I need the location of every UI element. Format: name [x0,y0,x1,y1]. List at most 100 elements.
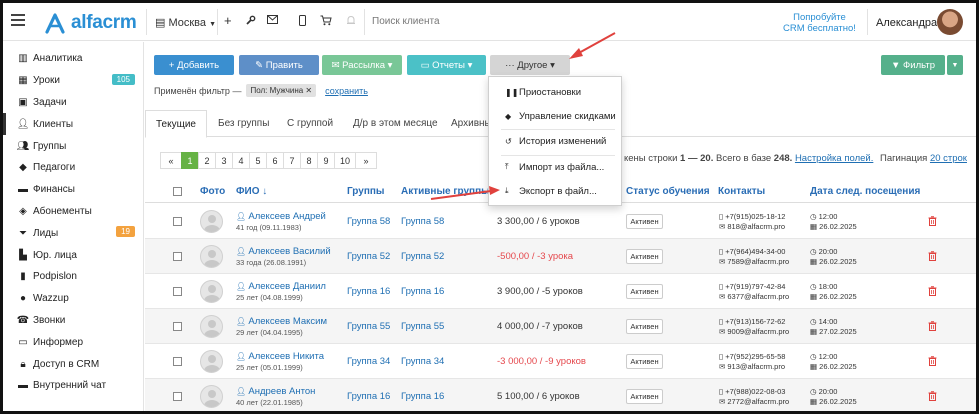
page-4[interactable]: 4 [232,152,250,169]
sidebar-item-calls[interactable]: ☎ Звонки [3,310,143,332]
table-row[interactable]: 👤︎ Андреев Антон 40 лет (22.01.1985) Групп… [145,379,976,411]
promo-link[interactable]: Попробуйте CRM бесплатно! [783,12,856,34]
page-next[interactable]: » [355,152,377,169]
column-photo[interactable]: Фото [200,186,225,197]
sidebar-item-lessons[interactable]: ▦ Уроки 105 [3,70,143,92]
client-active-group-link[interactable]: Группа 34 [401,356,444,367]
column-name[interactable]: ФИО ↓ [236,186,267,197]
table-row[interactable]: 👤︎ Алексеев Максим 29 лет (04.04.1995) Гру… [145,309,976,344]
status-badge[interactable]: Активен [626,249,663,264]
cart-icon[interactable] [320,15,332,29]
plus-icon[interactable]: + [224,13,232,28]
client-phone[interactable]: ▯ +7(915)025-18-12 [719,212,785,222]
sidebar-item-crm-access[interactable]: 🔒︎ Доступ в CRM [3,353,143,375]
page-6[interactable]: 6 [266,152,284,169]
wrench-icon[interactable] [245,15,256,29]
client-name-link[interactable]: 👤︎ Алексеев Максим [236,316,327,327]
client-group-link[interactable]: Группа 16 [347,391,390,402]
filter-chip[interactable]: Пол: Мужчина ✕ [246,84,317,97]
client-active-group-link[interactable]: Группа 58 [401,216,444,227]
client-name-link[interactable]: 👤︎ Алексеев Василий [236,246,331,257]
save-filter-link[interactable]: сохранить [325,86,368,96]
client-email[interactable]: ✉ 2772@alfacrm.pro [719,397,789,407]
page-7[interactable]: 7 [283,152,301,169]
table-row[interactable]: 👤︎ Алексеев Никита 25 лет (05.01.1999) Гру… [145,344,976,379]
delete-icon[interactable] [928,216,937,226]
client-photo[interactable] [200,385,223,408]
client-search-input[interactable]: Поиск клиента [372,16,440,27]
fields-settings-link[interactable]: Настройка полей. [795,153,873,164]
sidebar-item-tasks[interactable]: ▣ Задачи [3,92,143,114]
filter-caret-button[interactable]: ▼ [947,55,963,75]
page-5[interactable]: 5 [249,152,267,169]
client-email[interactable]: ✉ 818@alfacrm.pro [719,222,785,232]
client-active-group-link[interactable]: Группа 16 [401,286,444,297]
pagination-size-link[interactable]: 20 строк [930,153,967,164]
bell-icon[interactable] [346,15,356,29]
client-email[interactable]: ✉ 913@alfacrm.pro [719,362,785,372]
column-next-visit[interactable]: Дата след. посещения [810,186,920,197]
sidebar-item-teachers[interactable]: ◆ Педагоги [3,157,143,179]
client-photo[interactable] [200,280,223,303]
sidebar-item-leads[interactable]: ⏷ Лиды 19 [3,222,143,244]
delete-icon[interactable] [928,251,937,261]
delete-icon[interactable] [928,391,937,401]
client-active-group-link[interactable]: Группа 16 [401,391,444,402]
client-group-link[interactable]: Группа 55 [347,321,390,332]
sidebar-item-legal-entities[interactable]: ▙ Юр. лица [3,244,143,266]
logo[interactable]: alfacrm [43,12,137,34]
filter-button[interactable]: ▼ Фильтр [881,55,945,75]
client-email[interactable]: ✉ 6377@alfacrm.pro [719,292,789,302]
client-name-link[interactable]: 👤︎ Андреев Антон [236,386,315,397]
page-prev[interactable]: « [160,152,182,169]
row-checkbox[interactable] [173,217,182,226]
client-group-link[interactable]: Группа 58 [347,216,390,227]
tab-no-group[interactable]: Без группы [208,110,279,137]
other-button[interactable]: ··· Другое ▾ [490,55,570,75]
client-phone[interactable]: ▯ +7(913)156-72-62 [719,317,789,327]
column-contacts[interactable]: Контакты [718,186,765,197]
client-group-link[interactable]: Группа 52 [347,251,390,262]
row-checkbox[interactable] [173,322,182,331]
row-checkbox[interactable] [173,357,182,366]
sidebar-item-finance[interactable]: ▬ Финансы [3,179,143,201]
client-phone[interactable]: ▯ +7(919)797-42-84 [719,282,789,292]
mail-icon[interactable] [267,15,278,27]
page-8[interactable]: 8 [300,152,318,169]
client-phone[interactable]: ▯ +7(952)295-65-58 [719,352,785,362]
column-active-groups[interactable]: Активные группы [401,186,490,197]
page-2[interactable]: 2 [198,152,216,169]
sidebar-item-subscriptions[interactable]: ◈ Абонементы [3,201,143,223]
column-status[interactable]: Статус обучения [626,186,710,197]
sidebar-item-informer[interactable]: ▭ Информер [3,331,143,353]
sidebar-item-clients[interactable]: 👤︎ Клиенты [3,113,143,136]
delete-icon[interactable] [928,356,937,366]
sidebar-item-wazzup[interactable]: ● Wazzup [3,288,143,310]
client-name-link[interactable]: 👤︎ Алексеев Даниил [236,281,326,292]
row-checkbox[interactable] [173,392,182,401]
status-badge[interactable]: Активен [626,354,663,369]
table-row[interactable]: 👤︎ Алексеев Даниил 25 лет (04.08.1999) Гру… [145,274,976,309]
menu-item-suspensions[interactable]: ❚❚ Приостановки [489,80,621,104]
sidebar-item-podpislon[interactable]: ▮ Podpislon [3,266,143,288]
menu-icon[interactable] [11,14,25,26]
client-email[interactable]: ✉ 7589@alfacrm.pro [719,257,789,267]
client-photo[interactable] [200,210,223,233]
client-phone[interactable]: ▯ +7(988)022-08-03 [719,387,789,397]
client-email[interactable]: ✉ 9009@alfacrm.pro [719,327,789,337]
tab-birthday[interactable]: Д/р в этом месяце [343,110,448,137]
select-all-checkbox[interactable] [173,187,182,196]
status-badge[interactable]: Активен [626,214,663,229]
page-1[interactable]: 1 [181,152,199,169]
delete-icon[interactable] [928,286,937,296]
client-photo[interactable] [200,245,223,268]
delete-icon[interactable] [928,321,937,331]
sidebar-item-internal-chat[interactable]: ▬ Внутренний чат [3,375,143,397]
menu-item-history[interactable]: ↺ История изменений [489,129,621,153]
client-group-link[interactable]: Группа 34 [347,356,390,367]
client-group-link[interactable]: Группа 16 [347,286,390,297]
edit-button[interactable]: ✎ Править [239,55,319,75]
page-9[interactable]: 9 [317,152,335,169]
tab-current[interactable]: Текущие [145,110,207,138]
mailing-button[interactable]: ✉ Рассылка ▾ [322,55,402,75]
